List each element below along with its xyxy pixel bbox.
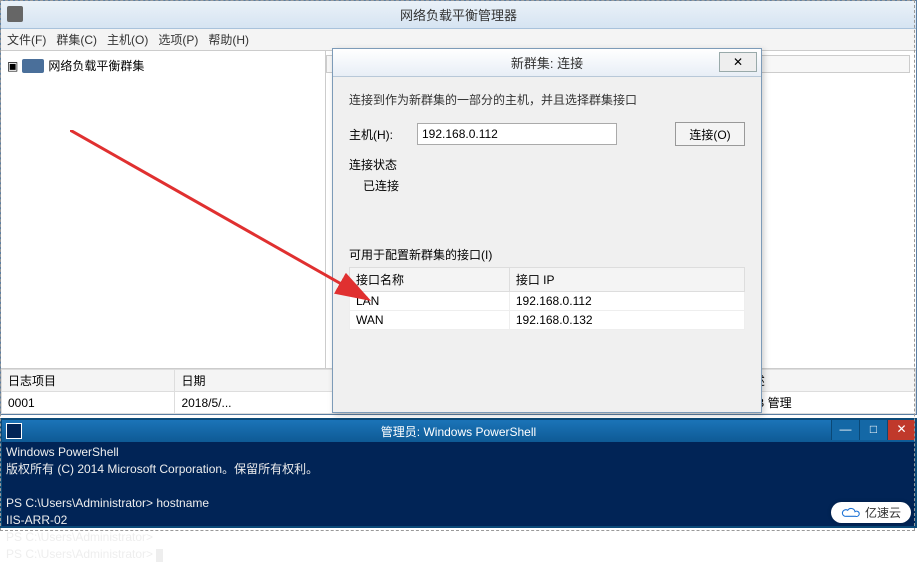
tree-root-label: 网络负载平衡群集 xyxy=(48,57,144,74)
ps-line-5: PS C:\Users\Administrator> xyxy=(6,530,153,544)
ps-line-4: IIS-ARR-02 xyxy=(6,513,67,527)
close-icon: ✕ xyxy=(733,55,743,69)
dialog-titlebar[interactable]: 新群集: 连接 ✕ xyxy=(333,49,761,77)
dialog-close-button[interactable]: ✕ xyxy=(719,52,757,72)
cloud-logo-icon xyxy=(841,506,861,520)
ps-minimize-button[interactable]: — xyxy=(831,420,859,440)
tree-panel: ▣ 网络负载平衡群集 xyxy=(1,51,326,372)
powershell-window: 管理员: Windows PowerShell — □ ✕ Windows Po… xyxy=(0,418,917,528)
conn-status-value: 已连接 xyxy=(363,177,745,194)
log-h-date[interactable]: 日期 xyxy=(175,370,354,392)
ps-icon xyxy=(6,423,22,439)
ps-cursor xyxy=(156,549,163,562)
tree-expand-icon[interactable]: ▣ xyxy=(7,59,18,73)
menu-help[interactable]: 帮助(H) xyxy=(208,31,249,48)
ps-titlebar[interactable]: 管理员: Windows PowerShell — □ ✕ xyxy=(2,420,915,442)
host-row: 主机(H): 连接(O) xyxy=(349,122,745,146)
dialog-body: 连接到作为新群集的一部分的主机，并且选择群集接口 主机(H): 连接(O) 连接… xyxy=(333,77,761,344)
dialog-title: 新群集: 连接 xyxy=(511,53,583,72)
iface-section-label: 可用于配置新群集的接口(I) xyxy=(349,246,745,263)
iface-ip-0: 192.168.0.112 xyxy=(509,292,744,311)
menu-cluster[interactable]: 群集(C) xyxy=(56,31,97,48)
conn-status-label: 连接状态 xyxy=(349,156,745,173)
ps-line-6: PS C:\Users\Administrator> xyxy=(6,547,156,561)
ps-close-button[interactable]: ✕ xyxy=(887,420,915,440)
watermark-text: 亿速云 xyxy=(865,504,901,521)
menu-options[interactable]: 选项(P) xyxy=(158,31,198,48)
menu-host[interactable]: 主机(O) xyxy=(107,31,148,48)
log-id: 0001 xyxy=(2,392,175,414)
iface-row-wan[interactable]: WAN 192.168.0.132 xyxy=(350,311,745,330)
dialog-instruction: 连接到作为新群集的一部分的主机，并且选择群集接口 xyxy=(349,91,745,108)
interface-table[interactable]: 接口名称 接口 IP LAN 192.168.0.112 WAN 192.168… xyxy=(349,267,745,330)
iface-row-lan[interactable]: LAN 192.168.0.112 xyxy=(350,292,745,311)
ps-terminal[interactable]: Windows PowerShell 版权所有 (C) 2014 Microso… xyxy=(2,442,915,565)
menu-file[interactable]: 文件(F) xyxy=(7,31,46,48)
iface-h-ip[interactable]: 接口 IP xyxy=(509,268,744,292)
iface-h-name[interactable]: 接口名称 xyxy=(350,268,510,292)
tree-root-item[interactable]: ▣ 网络负载平衡群集 xyxy=(5,55,321,76)
ps-line-0: Windows PowerShell xyxy=(6,445,119,459)
cluster-icon xyxy=(22,59,44,73)
iface-name-0: LAN xyxy=(350,292,510,311)
watermark: 亿速云 xyxy=(831,502,911,523)
iface-ip-1: 192.168.0.132 xyxy=(509,311,744,330)
new-cluster-connect-dialog: 新群集: 连接 ✕ 连接到作为新群集的一部分的主机，并且选择群集接口 主机(H)… xyxy=(332,48,762,413)
app-icon xyxy=(7,6,23,22)
ps-window-buttons: — □ ✕ xyxy=(831,420,915,440)
ps-maximize-button[interactable]: □ xyxy=(859,420,887,440)
connect-button[interactable]: 连接(O) xyxy=(675,122,745,146)
log-h-id[interactable]: 日志项目 xyxy=(2,370,175,392)
ps-title: 管理员: Windows PowerShell xyxy=(2,423,915,440)
ps-line-3: PS C:\Users\Administrator> hostname xyxy=(6,496,209,510)
main-titlebar: 网络负载平衡管理器 xyxy=(1,1,916,29)
log-date: 2018/5/... xyxy=(175,392,354,414)
host-label: 主机(H): xyxy=(349,126,409,143)
iface-name-1: WAN xyxy=(350,311,510,330)
main-title: 网络负载平衡管理器 xyxy=(400,5,517,24)
host-input[interactable] xyxy=(417,123,617,145)
ps-line-1: 版权所有 (C) 2014 Microsoft Corporation。保留所有… xyxy=(6,462,318,476)
